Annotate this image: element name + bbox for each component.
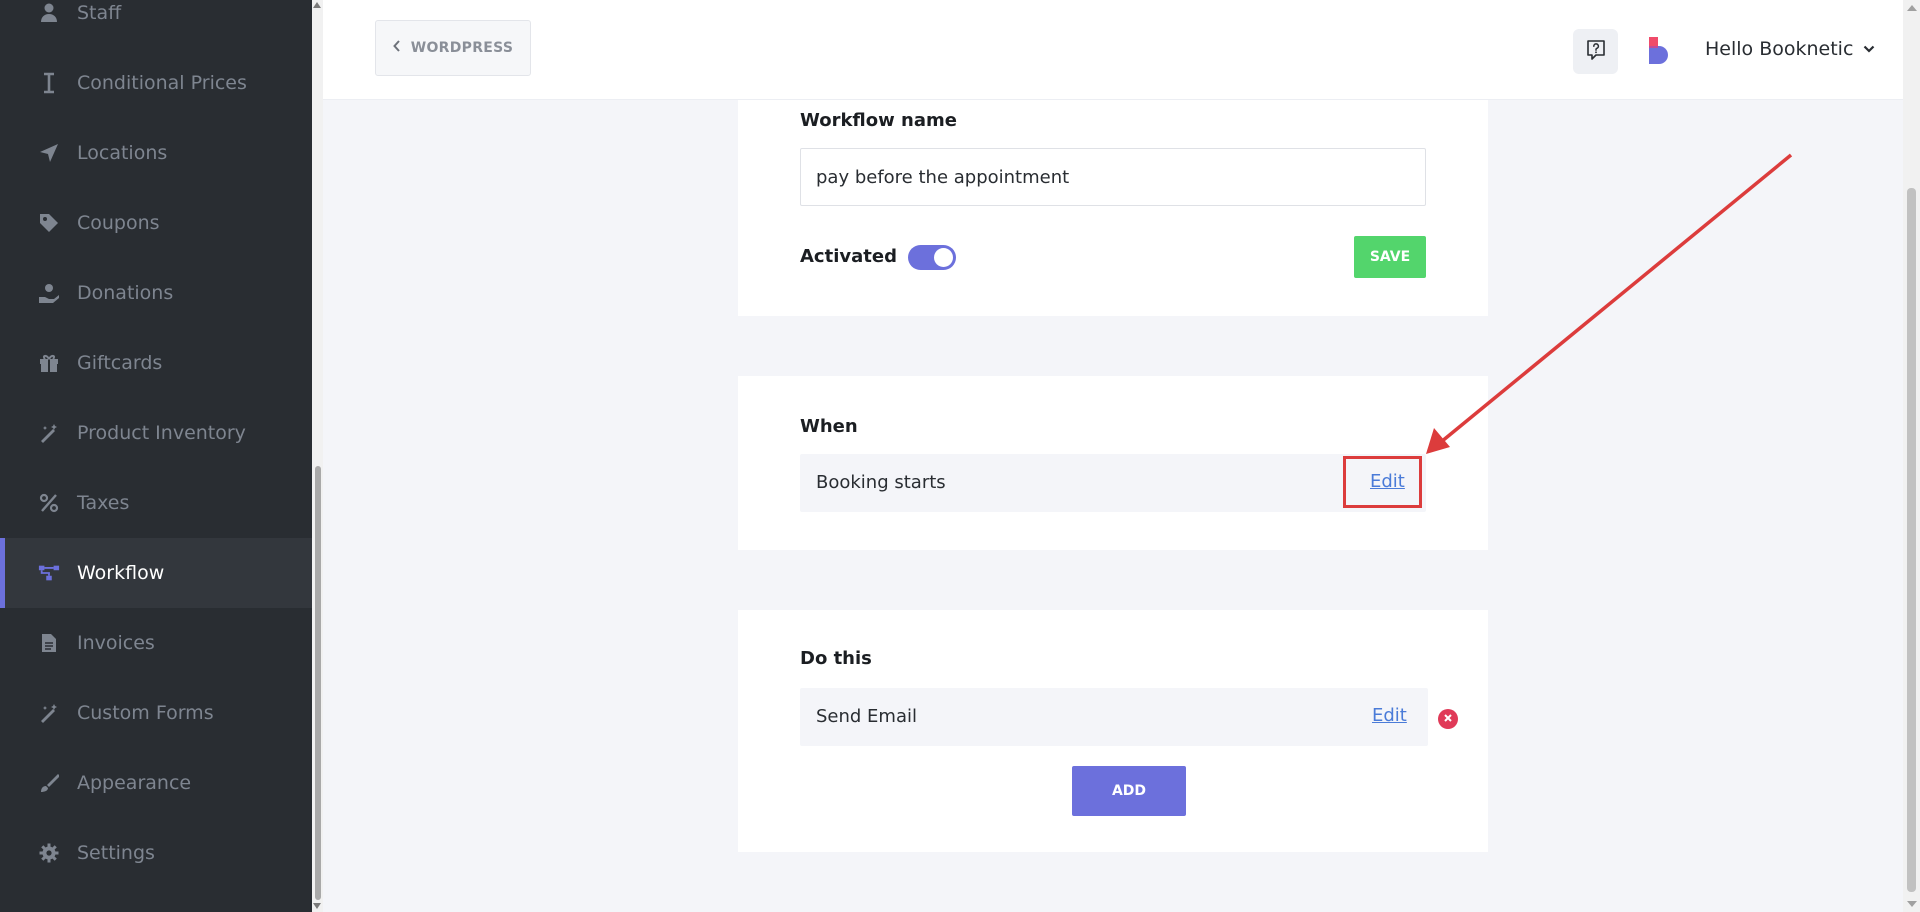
- sidebar-item-label: Staff: [77, 2, 122, 24]
- activated-label: Activated: [800, 246, 897, 267]
- action-row: Send Email Edit: [800, 688, 1428, 746]
- top-header: WORDPRESS Hello Booknetic: [323, 0, 1903, 100]
- trigger-row: Booking starts Edit: [800, 454, 1426, 512]
- location-arrow-icon: [38, 142, 60, 164]
- sidebar-item-label: Taxes: [77, 492, 130, 514]
- action-name: Send Email: [816, 706, 917, 727]
- main-scrollbar-thumb[interactable]: [1907, 188, 1916, 892]
- sidebar-item-label: Product Inventory: [77, 422, 246, 444]
- booknetic-logo: [1649, 37, 1669, 64]
- activated-toggle[interactable]: [908, 245, 956, 270]
- sidebar-item-label: Coupons: [77, 212, 160, 234]
- chevron-left-icon: [392, 40, 401, 56]
- workflow-icon: [38, 562, 60, 584]
- edit-action-link[interactable]: Edit: [1372, 705, 1407, 726]
- help-button[interactable]: [1573, 29, 1618, 74]
- chevron-down-icon: [1863, 42, 1875, 57]
- toggle-knob: [934, 248, 953, 267]
- sidebar-item-label: Donations: [77, 282, 174, 304]
- file-icon: [38, 632, 60, 654]
- percent-icon: [38, 492, 60, 514]
- sidebar-item-label: Settings: [77, 842, 155, 864]
- sidebar-item-label: Appearance: [77, 772, 192, 794]
- workflow-name-label: Workflow name: [800, 110, 957, 131]
- sidebar-item-settings[interactable]: Settings: [0, 818, 312, 888]
- user-menu[interactable]: Hello Booknetic: [1705, 38, 1875, 60]
- delete-action-button[interactable]: [1438, 709, 1458, 729]
- sidebar-item-product-inventory[interactable]: Product Inventory: [0, 398, 312, 468]
- save-button[interactable]: SAVE: [1354, 236, 1426, 278]
- hand-holding-icon: [38, 282, 60, 304]
- when-title: When: [800, 416, 858, 437]
- sidebar-scrollbar-thumb[interactable]: [315, 466, 321, 900]
- scroll-down-arrow-icon[interactable]: [313, 903, 321, 909]
- sidebar-item-workflow[interactable]: Workflow: [0, 538, 312, 608]
- sidebar-item-label: Conditional Prices: [77, 72, 247, 94]
- magic-wand-icon: [38, 422, 60, 444]
- sidebar-item-locations[interactable]: Locations: [0, 118, 312, 188]
- user-icon: [38, 2, 60, 24]
- sidebar-item-coupons[interactable]: Coupons: [0, 188, 312, 258]
- close-icon: [1443, 712, 1453, 727]
- sidebar-item-label: Invoices: [77, 632, 155, 654]
- sidebar-item-custom-forms[interactable]: Custom Forms: [0, 678, 312, 748]
- tag-icon: [38, 212, 60, 234]
- sidebar-item-staff[interactable]: Staff: [0, 0, 312, 48]
- scroll-up-arrow-icon[interactable]: [313, 2, 321, 8]
- do-this-card: Do this Send Email Edit ADD: [738, 610, 1488, 852]
- scroll-up-arrow-icon[interactable]: [1907, 5, 1917, 11]
- sidebar-item-invoices[interactable]: Invoices: [0, 608, 312, 678]
- sidebar-item-donations[interactable]: Donations: [0, 258, 312, 328]
- sidebar-item-label: Giftcards: [77, 352, 163, 374]
- workflow-settings-card: Workflow name Activated SAVE: [738, 100, 1488, 316]
- scroll-down-arrow-icon[interactable]: [1907, 901, 1917, 907]
- trigger-name: Booking starts: [816, 472, 946, 493]
- sidebar-item-label: Custom Forms: [77, 702, 214, 724]
- sidebar-item-conditional-prices[interactable]: Conditional Prices: [0, 48, 312, 118]
- gear-icon: [38, 842, 60, 864]
- magic-wand-icon: [38, 702, 60, 724]
- wordpress-back-button[interactable]: WORDPRESS: [375, 20, 531, 76]
- sidebar: Staff Conditional Prices Locations Coupo…: [0, 0, 312, 912]
- sidebar-item-label: Locations: [77, 142, 168, 164]
- annotation-highlight-box: [1343, 456, 1422, 508]
- text-cursor-icon: [38, 72, 60, 94]
- sidebar-item-label: Workflow: [77, 562, 165, 584]
- paint-brush-icon: [38, 772, 60, 794]
- question-chat-icon: [1585, 39, 1607, 65]
- wordpress-back-label: WORDPRESS: [410, 40, 514, 56]
- workflow-name-input[interactable]: [800, 148, 1426, 206]
- sidebar-item-giftcards[interactable]: Giftcards: [0, 328, 312, 398]
- add-action-button[interactable]: ADD: [1072, 766, 1186, 816]
- user-greeting: Hello Booknetic: [1705, 38, 1854, 60]
- gift-icon: [38, 352, 60, 374]
- sidebar-item-appearance[interactable]: Appearance: [0, 748, 312, 818]
- sidebar-item-taxes[interactable]: Taxes: [0, 468, 312, 538]
- do-this-title: Do this: [800, 648, 872, 669]
